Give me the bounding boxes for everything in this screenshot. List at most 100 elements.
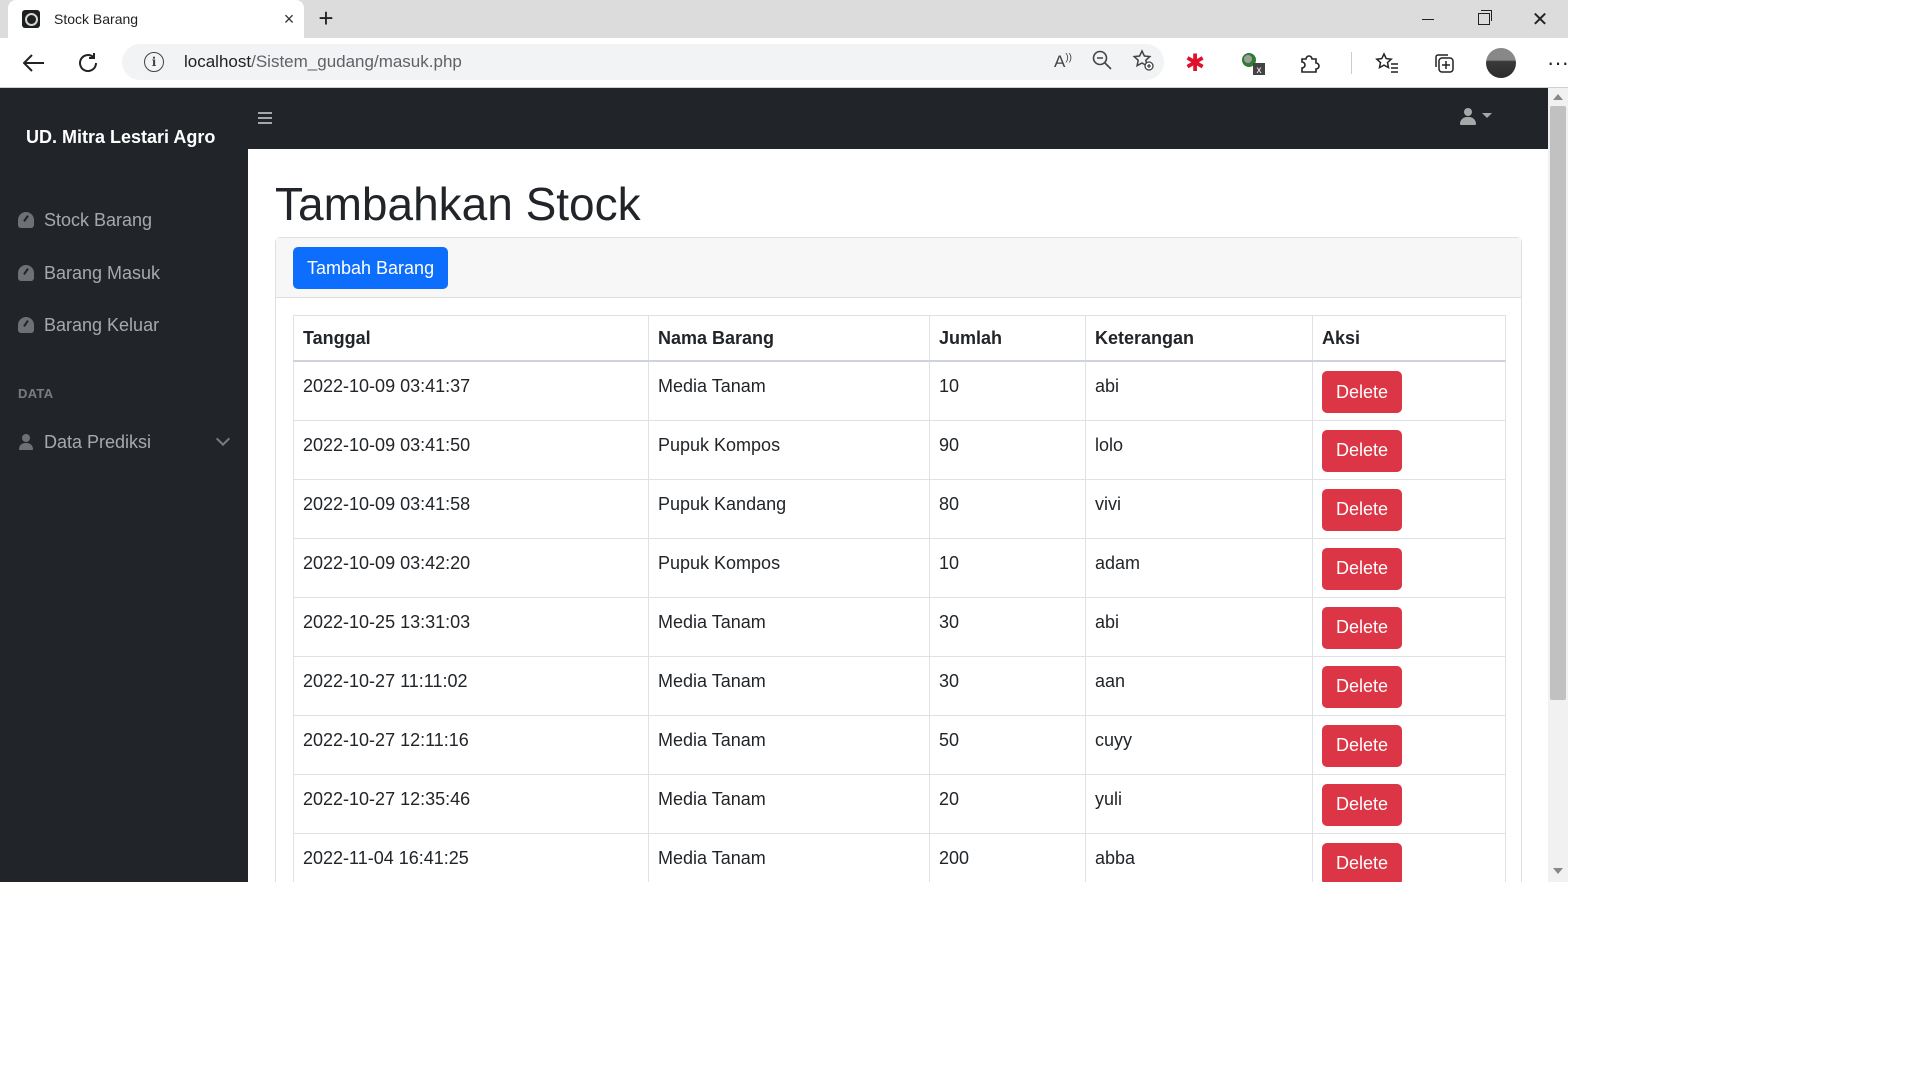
extensions-puzzle-icon[interactable] <box>1294 48 1324 78</box>
extension-excel-icon[interactable]: x <box>1237 48 1267 78</box>
delete-button[interactable]: Delete <box>1322 724 1403 767</box>
chevron-down-icon[interactable] <box>215 431 231 447</box>
sidebar-item-data-prediksi[interactable]: Data Prediksi <box>18 428 151 456</box>
table-row: 2022-10-09 03:41:58 Pupuk Kandang 80 vivi De… <box>293 478 1506 539</box>
back-arrow-icon[interactable] <box>19 48 49 78</box>
favorites-icon[interactable] <box>1372 48 1402 78</box>
user-icon <box>1460 108 1476 125</box>
delete-button[interactable]: Delete <box>1322 371 1403 413</box>
user-dropdown-toggle[interactable] <box>1460 108 1492 125</box>
table-row: 2022-10-25 13:31:03 Media Tanam 30 abi Delet… <box>293 596 1506 657</box>
cell-tanggal: 2022-10-27 12:35:46 <box>293 773 649 834</box>
url-host: localhost <box>184 52 252 71</box>
cell-nama-barang: Media Tanam <box>648 655 930 716</box>
refresh-icon[interactable] <box>73 48 103 78</box>
cell-aksi: Delete <box>1312 360 1506 421</box>
tab-title: Stock Barang <box>54 11 139 27</box>
sidebar-toggle-icon[interactable] <box>258 112 272 124</box>
minimize-button[interactable] <box>1400 0 1456 38</box>
cell-keterangan: lolo <box>1085 419 1313 480</box>
delete-button[interactable]: Delete <box>1322 606 1403 649</box>
column-header: Nama Barang <box>648 315 930 362</box>
cell-keterangan: abi <box>1085 596 1313 657</box>
url-box[interactable]: i localhost/Sistem_gudang/masuk.php A)) <box>122 44 1164 80</box>
cell-keterangan: yuli <box>1085 773 1313 834</box>
browser-tab[interactable]: Stock Barang × <box>8 0 304 38</box>
favicon-icon <box>22 10 40 28</box>
sidebar-item-stock-barang[interactable]: Stock Barang <box>18 206 152 234</box>
cell-jumlah: 90 <box>929 419 1086 480</box>
delete-button[interactable]: Delete <box>1322 783 1403 826</box>
cell-nama-barang: Pupuk Kompos <box>648 419 930 480</box>
url-text[interactable]: localhost/Sistem_gudang/masuk.php <box>184 52 462 72</box>
cell-keterangan: abi <box>1085 360 1313 421</box>
tab-close-icon[interactable]: × <box>274 9 304 30</box>
info-icon[interactable]: i <box>144 52 164 72</box>
more-menu-icon[interactable]: ··· <box>1543 48 1573 78</box>
cell-jumlah: 30 <box>929 655 1086 716</box>
sidebar-item-label: Stock Barang <box>44 209 153 230</box>
main-content: Tambahkan Stock Tambah Barang Tanggal Na… <box>248 149 1548 882</box>
delete-button[interactable]: Delete <box>1322 842 1403 882</box>
sidebar: UD. Mitra Lestari Agro Stock Barang Bara… <box>0 88 248 882</box>
sidebar-item-label: Barang Masuk <box>44 262 161 283</box>
delete-button[interactable]: Delete <box>1322 429 1403 472</box>
cell-tanggal: 2022-10-09 03:41:58 <box>293 478 649 539</box>
cell-jumlah: 20 <box>929 773 1086 834</box>
sidebar-item-label: Barang Keluar <box>44 314 160 335</box>
new-tab-icon[interactable]: + <box>312 4 340 32</box>
cell-aksi: Delete <box>1312 478 1506 539</box>
user-icon <box>18 434 34 450</box>
delete-button[interactable]: Delete <box>1322 488 1403 531</box>
sidebar-item-barang-masuk[interactable]: Barang Masuk <box>18 259 160 287</box>
cell-jumlah: 50 <box>929 714 1086 775</box>
delete-button[interactable]: Delete <box>1322 547 1403 590</box>
cell-nama-barang: Media Tanam <box>648 596 930 657</box>
extension-red-icon[interactable]: ✱ <box>1180 48 1210 78</box>
brand-title[interactable]: UD. Mitra Lestari Agro <box>26 126 216 148</box>
scroll-down-arrow-icon[interactable] <box>1553 868 1563 874</box>
gauge-icon <box>18 317 34 333</box>
cell-tanggal: 2022-10-09 03:41:50 <box>293 419 649 480</box>
stock-card: Tambah Barang Tanggal Nama Barang Jumlah… <box>275 237 1522 882</box>
delete-button[interactable]: Delete <box>1322 665 1403 708</box>
read-aloud-icon[interactable]: A)) <box>1054 52 1072 72</box>
cell-tanggal: 2022-10-27 12:11:16 <box>293 714 649 775</box>
scroll-up-arrow-icon[interactable] <box>1553 94 1563 100</box>
table-row: 2022-10-27 12:35:46 Media Tanam 20 yuli Dele… <box>293 773 1506 834</box>
cell-jumlah: 10 <box>929 537 1086 598</box>
table-row: 2022-10-27 12:11:16 Media Tanam 50 cuyy Dele… <box>293 714 1506 775</box>
table-row: 2022-11-04 16:41:25 Media Tanam 200 abba Del… <box>293 832 1506 882</box>
cell-jumlah: 200 <box>929 832 1086 882</box>
column-header: Keterangan <box>1085 315 1313 362</box>
cell-aksi: Delete <box>1312 655 1506 716</box>
column-header: Tanggal <box>293 315 649 362</box>
cell-aksi: Delete <box>1312 773 1506 834</box>
address-bar: i localhost/Sistem_gudang/masuk.php A)) … <box>0 38 1569 88</box>
cell-keterangan: cuyy <box>1085 714 1313 775</box>
cell-jumlah: 80 <box>929 478 1086 539</box>
table-row: 2022-10-27 11:11:02 Media Tanam 30 aan Delet… <box>293 655 1506 716</box>
window-close-button[interactable]: ✕ <box>1512 0 1568 38</box>
cell-nama-barang: Media Tanam <box>648 360 930 421</box>
scrollbar-thumb[interactable] <box>1550 106 1566 700</box>
cell-aksi: Delete <box>1312 714 1506 775</box>
cell-tanggal: 2022-10-09 03:41:37 <box>293 360 649 421</box>
caret-down-icon <box>1482 113 1492 118</box>
cell-nama-barang: Media Tanam <box>648 832 930 882</box>
cell-tanggal: 2022-10-09 03:42:20 <box>293 537 649 598</box>
page-scrollbar[interactable] <box>1548 88 1568 882</box>
cell-aksi: Delete <box>1312 596 1506 657</box>
table-row: 2022-10-09 03:41:50 Pupuk Kompos 90 lolo Del… <box>293 419 1506 480</box>
profile-avatar[interactable] <box>1486 48 1516 78</box>
sidebar-item-barang-keluar[interactable]: Barang Keluar <box>18 311 159 339</box>
collections-icon[interactable] <box>1429 48 1459 78</box>
zoom-out-icon[interactable] <box>1092 50 1112 75</box>
maximize-button[interactable] <box>1456 0 1512 38</box>
cell-tanggal: 2022-10-25 13:31:03 <box>293 596 649 657</box>
gauge-icon <box>18 212 34 228</box>
add-favorite-icon[interactable] <box>1132 48 1154 76</box>
cell-aksi: Delete <box>1312 419 1506 480</box>
tambah-barang-button[interactable]: Tambah Barang <box>293 247 449 289</box>
cell-keterangan: vivi <box>1085 478 1313 539</box>
